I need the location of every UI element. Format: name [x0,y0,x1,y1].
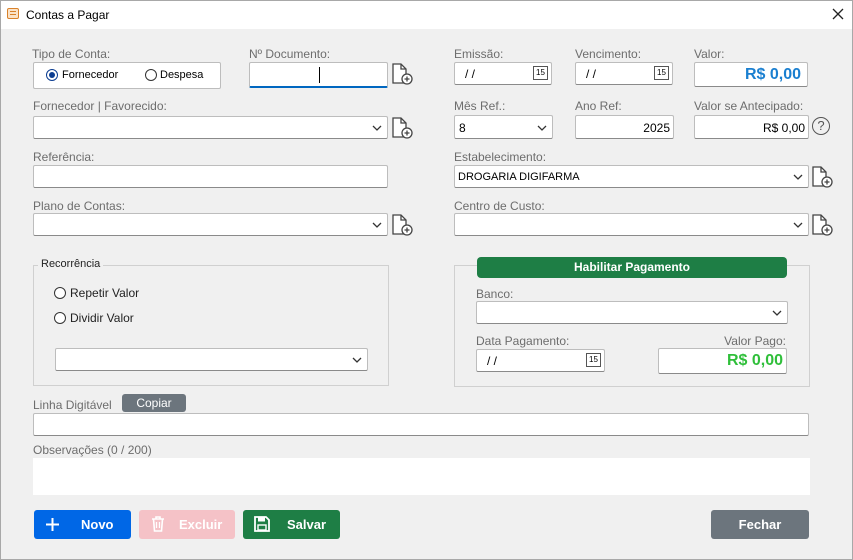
text-cursor [319,67,320,83]
help-icon[interactable]: ? [812,117,830,135]
salvar-button[interactable]: Salvar [243,510,340,539]
referencia-label: Referência: [33,150,95,164]
trash-icon [152,516,164,532]
plano-contas-label: Plano de Contas: [33,199,126,213]
radio-repetir-valor[interactable] [54,287,66,299]
linha-digitavel-label: Linha Digitável [33,398,112,412]
calendar-icon[interactable]: 15 [654,66,669,80]
chevron-down-icon [793,222,803,228]
chevron-down-icon [772,310,782,316]
ano-ref-input[interactable]: 2025 [575,115,674,139]
valor-pago-label: Valor Pago: [724,334,786,348]
plano-contas-select[interactable] [33,213,388,236]
close-icon [832,8,844,20]
estabelecimento-select[interactable]: DROGARIA DIGIFARMA [454,165,809,188]
radio-despesa[interactable] [145,69,157,81]
copiar-button[interactable]: Copiar [122,394,186,412]
fechar-button[interactable]: Fechar [711,510,809,539]
observacoes-textarea[interactable] [33,458,810,495]
data-pagamento-field[interactable]: / / 15 [476,349,605,372]
window-title: Contas a Pagar [26,8,110,22]
excluir-button[interactable]: Excluir [139,510,235,539]
chevron-down-icon [372,125,382,131]
estabelecimento-label: Estabelecimento: [454,150,547,164]
dividir-valor-label[interactable]: Dividir Valor [70,311,134,325]
centro-custo-label: Centro de Custo: [454,199,545,213]
add-estabelecimento-icon[interactable] [811,166,833,188]
habilitar-pagamento-button[interactable]: Habilitar Pagamento [477,257,787,278]
recorrencia-legend: Recorrência [38,258,104,270]
valor-pago-value: R$ 0,00 [726,352,783,369]
mes-ref-value: 8 [459,121,466,135]
vencimento-value: / / [586,67,597,81]
valor-label: Valor: [694,47,725,61]
referencia-input[interactable] [33,165,388,188]
data-pagamento-label: Data Pagamento: [476,334,570,348]
repetir-valor-label[interactable]: Repetir Valor [70,286,139,300]
tipo-conta-label: Tipo de Conta: [32,47,111,61]
chevron-down-icon [537,125,547,131]
radio-dividir-valor[interactable] [54,312,66,324]
observacoes-label: Observações (0 / 200) [33,443,152,457]
data-pagamento-value: / / [487,354,498,368]
chevron-down-icon [352,357,362,363]
emissao-label: Emissão: [454,47,504,61]
calendar-icon[interactable]: 15 [586,353,601,367]
valor-antecipado-label: Valor se Antecipado: [694,99,804,113]
radio-fornecedor-label[interactable]: Fornecedor [62,69,118,81]
chevron-down-icon [793,174,803,180]
valor-antecipado-input[interactable]: R$ 0,00 [694,115,809,139]
emissao-value: / / [465,67,476,81]
novo-button[interactable]: Novo [34,510,131,539]
app-icon [7,8,19,19]
mes-ref-label: Mês Ref.: [454,99,506,113]
plus-icon [46,518,59,531]
recorrencia-select[interactable] [55,348,368,371]
documento-label: Nº Documento: [249,47,331,61]
add-fornecedor-icon[interactable] [391,117,413,139]
centro-custo-select[interactable] [454,213,809,236]
fornecedor-select[interactable] [33,116,388,139]
add-centro-custo-icon[interactable] [811,214,833,236]
add-plano-contas-icon[interactable] [391,214,413,236]
valor-antecipado-value: R$ 0,00 [762,121,805,135]
chevron-down-icon [372,222,382,228]
banco-label: Banco: [476,287,514,301]
add-document-icon[interactable] [391,63,413,85]
fornecedor-label: Fornecedor | Favorecido: [33,99,167,113]
save-icon [254,516,270,532]
salvar-label: Salvar [287,517,327,532]
mes-ref-select[interactable]: 8 [454,115,553,139]
ano-ref-label: Ano Ref: [575,99,622,113]
valor-value: R$ 0,00 [744,66,801,83]
close-window-button[interactable] [826,3,850,25]
vencimento-date-field[interactable]: / / 15 [575,62,673,85]
vencimento-label: Vencimento: [575,47,642,61]
radio-fornecedor[interactable] [46,69,58,81]
banco-select[interactable] [476,301,788,324]
contas-a-pagar-window: Contas a Pagar Tipo de Conta: Fornecedor… [0,0,853,560]
tipo-conta-group: Fornecedor Despesa [33,62,221,89]
novo-label: Novo [81,517,114,532]
calendar-icon[interactable]: 15 [533,66,548,80]
excluir-label: Excluir [179,517,223,532]
emissao-date-field[interactable]: / / 15 [454,62,552,85]
title-bar: Contas a Pagar [1,1,852,29]
ano-ref-value: 2025 [643,121,670,135]
radio-despesa-label[interactable]: Despesa [160,69,203,81]
documento-input[interactable] [249,62,388,88]
valor-input[interactable]: R$ 0,00 [694,62,808,87]
linha-digitavel-input[interactable] [33,413,809,436]
valor-pago-input[interactable]: R$ 0,00 [658,348,787,374]
estabelecimento-value: DROGARIA DIGIFARMA [458,171,580,183]
